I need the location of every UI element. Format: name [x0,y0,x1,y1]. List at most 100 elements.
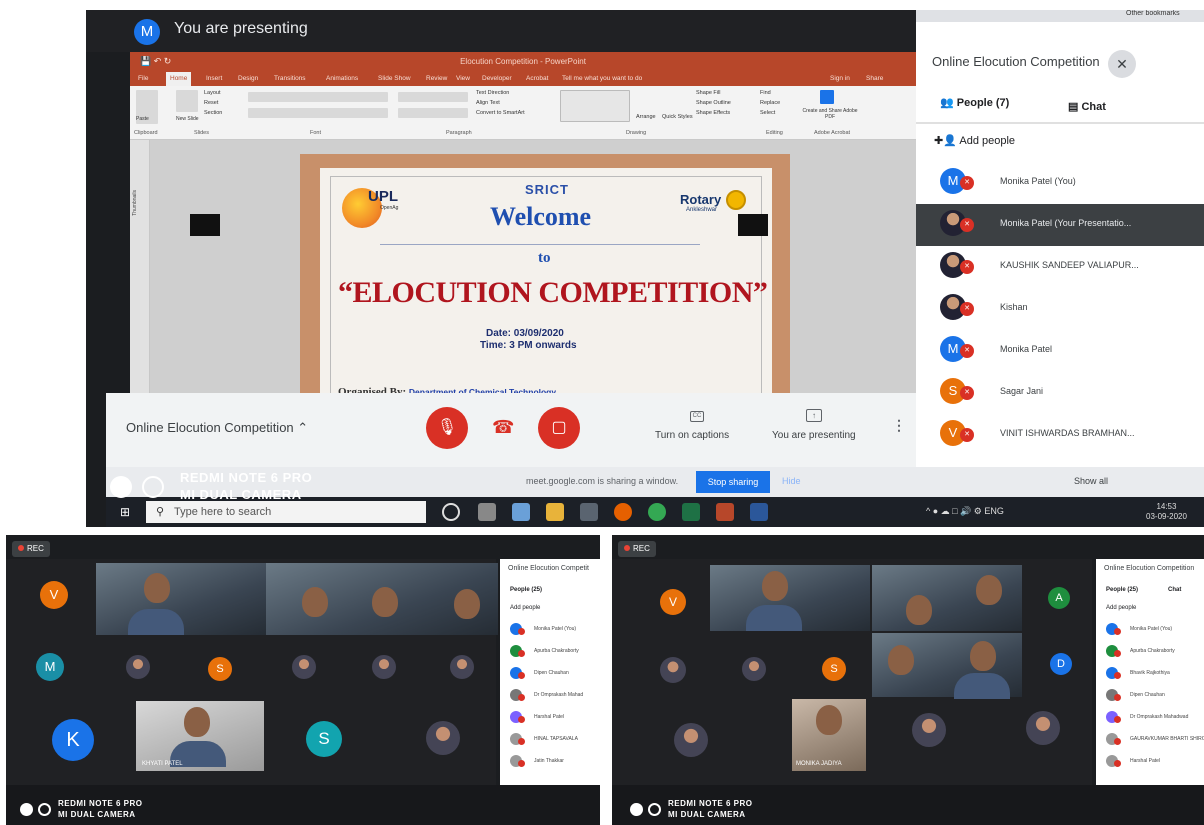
tab-insert[interactable]: Insert [206,72,222,86]
tell-me-box[interactable]: Tell me what you want to do [562,72,642,86]
powerpoint-icon[interactable] [716,503,734,521]
participant-row[interactable]: Harshal Patel [510,711,600,727]
present-screen-icon[interactable]: ↑ [806,409,822,422]
cortana-icon[interactable] [442,503,460,521]
paragraph-align-buttons[interactable] [398,108,468,118]
participant-row[interactable]: Monika Patel (You) [1106,623,1196,639]
show-all-link[interactable]: Show all [1074,476,1108,486]
arrange-label[interactable]: Arrange [636,114,656,120]
align-text-label[interactable]: Align Text [476,100,500,106]
captions-icon[interactable]: CC [690,411,704,422]
camera-off-button[interactable]: ▢ [538,407,580,449]
video-tile[interactable] [96,563,266,635]
slide-canvas[interactable]: UPL OpenAg SRICT Welcome Rotary Ankleshw… [150,140,916,398]
thumbnails-pane[interactable]: Thumbnails [130,140,150,398]
end-call-button[interactable]: ☎ [492,418,514,436]
more-options-icon[interactable]: ⋮ [892,417,906,434]
participant-row[interactable]: Jatin Thakkar [510,755,600,771]
video-tile-active-speaker[interactable]: KHYATI PATEL [136,701,264,771]
tab-chat[interactable]: Chat [1168,587,1181,593]
create-pdf-label[interactable]: Create and Share Adobe PDF [800,108,860,120]
word-icon[interactable] [750,503,768,521]
close-panel-button[interactable]: ✕ [1108,50,1136,78]
system-tray[interactable]: ^ ● ☁ □ 🔊 ⚙ ENG [926,506,1004,517]
excel-icon[interactable] [682,503,700,521]
tab-people[interactable]: 👥 People (7) [940,96,1009,109]
tab-home[interactable]: Home [166,72,192,86]
text-direction-label[interactable]: Text Direction [476,90,509,96]
tab-developer[interactable]: Developer [482,72,512,86]
participant-row[interactable]: M ✕ Monika Patel (You) [916,162,1204,204]
camera-app-icon[interactable] [580,503,598,521]
tab-design[interactable]: Design [238,72,258,86]
smartart-label[interactable]: Convert to SmartArt [476,110,525,116]
add-people-button[interactable]: Add people [1106,605,1136,611]
participant-row[interactable]: Monika Patel (You) [510,623,600,639]
participant-row[interactable]: Dr Omprakash Mahadwad [1106,711,1196,727]
tab-transitions[interactable]: Transitions [274,72,306,86]
firefox-icon[interactable] [614,503,632,521]
taskbar-search-box[interactable]: ⚲ Type here to search [146,501,426,523]
reset-label[interactable]: Reset [204,100,218,106]
select-label[interactable]: Select [760,110,775,116]
replace-label[interactable]: Replace [760,100,780,106]
participant-row[interactable]: Dipen Chauhan [1106,689,1196,705]
taskbar-clock[interactable]: 14:53 03-09-2020 [1146,502,1187,522]
stop-sharing-button[interactable]: Stop sharing [696,471,770,493]
paragraph-list-buttons[interactable] [398,92,468,102]
video-tile[interactable] [266,563,498,635]
quick-access-toolbar-icon[interactable]: 💾 ↶ ↻ [140,56,220,68]
task-view-icon[interactable] [478,503,496,521]
participant-row[interactable]: Apurba Chakraborty [1106,645,1196,661]
section-label[interactable]: Section [204,110,222,116]
shape-outline-label[interactable]: Shape Outline [696,100,731,106]
presenting-button[interactable]: You are presenting [772,430,856,441]
other-bookmarks[interactable]: Other bookmarks [1126,10,1180,17]
font-format-buttons[interactable] [248,108,388,118]
participant-row[interactable]: HINAL TAPSAVALA [510,733,600,749]
video-tile[interactable] [872,633,1022,699]
participant-row[interactable]: V ✕ VINIT ISHWARDAS BRAMHAN... [916,414,1204,456]
participant-row[interactable]: Harshal Patel [1106,755,1196,771]
tab-review[interactable]: Review [426,72,447,86]
video-tile[interactable] [872,565,1022,631]
layout-label[interactable]: Layout [204,90,221,96]
sign-in-link[interactable]: Sign in [830,72,850,86]
tab-slide-show[interactable]: Slide Show [378,72,411,86]
mic-off-button[interactable]: 🎙 [426,407,468,449]
participant-row[interactable]: S ✕ Sagar Jani [916,372,1204,414]
participant-row[interactable]: Bhavik Rajkothiya [1106,667,1196,683]
file-explorer-icon[interactable] [546,503,564,521]
add-people-button[interactable]: ✚👤 Add people [934,134,1015,147]
tab-people[interactable]: People (25) [510,587,542,593]
participant-row[interactable]: Dipen Chauhan [510,667,600,683]
adobe-pdf-icon[interactable] [820,90,834,104]
participant-row[interactable]: ✕ Kishan [916,288,1204,330]
tab-file[interactable]: File [138,72,148,86]
windows-start-icon[interactable]: ⊞ [120,506,132,518]
participant-row[interactable]: Apurba Chakraborty [510,645,600,661]
store-icon[interactable] [512,503,530,521]
find-label[interactable]: Find [760,90,771,96]
font-name-field[interactable] [248,92,388,102]
captions-button[interactable]: Turn on captions [655,430,729,441]
tab-animations[interactable]: Animations [326,72,358,86]
participant-row[interactable]: GAURAVKUMAR BHARTI SHIRODKAR [1106,733,1204,749]
shape-effects-label[interactable]: Shape Effects [696,110,730,116]
tab-people[interactable]: People (25) [1106,587,1138,593]
participant-row[interactable]: ✕ Monika Patel (Your Presentatio... [916,204,1204,246]
chrome-icon[interactable] [648,503,666,521]
participant-row[interactable]: M ✕ Monika Patel [916,330,1204,372]
tab-view[interactable]: View [456,72,470,86]
tab-chat[interactable]: ▤ Chat [1068,100,1106,113]
video-tile-active-speaker[interactable]: MONIKA JADIYA [792,699,866,771]
participant-row[interactable]: ✕ KAUSHIK SANDEEP VALIAPUR... [916,246,1204,288]
shape-fill-label[interactable]: Shape Fill [696,90,720,96]
meeting-details-button[interactable]: Online Elocution Competition ⌃ [126,420,308,436]
share-button[interactable]: Share [866,72,883,86]
tab-acrobat[interactable]: Acrobat [526,72,548,86]
quick-styles-label[interactable]: Quick Styles [662,114,693,120]
shapes-gallery-icon[interactable] [560,90,630,122]
add-people-button[interactable]: Add people [510,605,540,611]
video-tile[interactable] [710,565,870,631]
